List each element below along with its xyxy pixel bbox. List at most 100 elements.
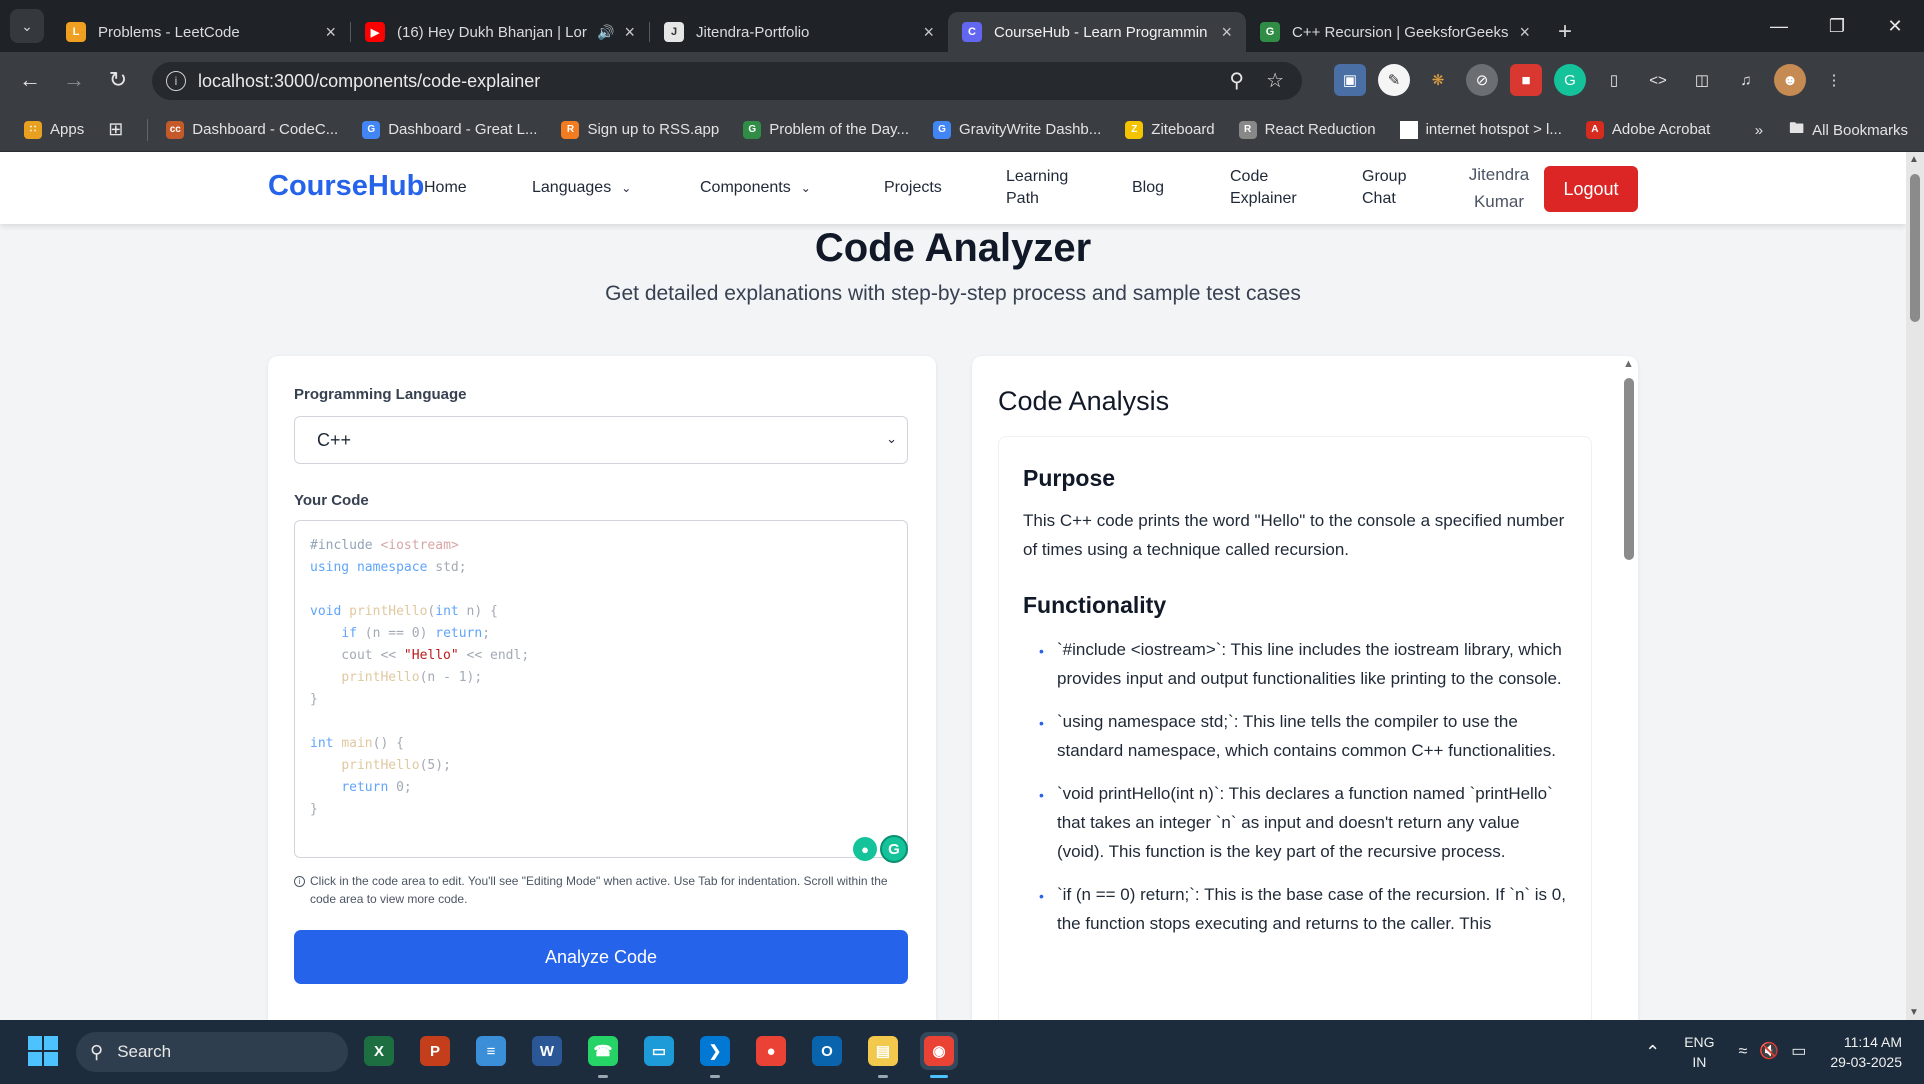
close-tab-icon[interactable]: × <box>624 22 635 43</box>
nav-home[interactable]: Home <box>424 152 467 224</box>
tab-favicon-icon: G <box>1260 22 1280 42</box>
browser-tab[interactable]: C CourseHub - Learn Programmin × <box>948 12 1246 52</box>
tab-strip: L Problems - LeetCode × ▶ (16) Hey Dukh Bhan… <box>52 0 1544 52</box>
grammarly-suggestion-icon[interactable]: ● <box>853 837 877 861</box>
desktop-app-icon[interactable]: ▭ <box>640 1032 678 1070</box>
tab-search-button[interactable]: ⌄ <box>10 9 44 43</box>
scroll-up-icon[interactable]: ▲ <box>1623 358 1634 370</box>
back-button[interactable]: ← <box>8 67 52 93</box>
purpose-heading: Purpose <box>1023 465 1116 491</box>
chrome-active-app-icon[interactable]: ◉ <box>920 1032 958 1078</box>
browser-tab[interactable]: L Problems - LeetCode × <box>52 12 350 52</box>
powerpoint-app-icon[interactable]: P <box>416 1032 454 1070</box>
site-info-icon[interactable]: i <box>166 71 186 91</box>
all-bookmarks-button[interactable]: 🖿 All Bookmarks <box>1789 118 1908 143</box>
devtools-icon[interactable]: <> <box>1642 64 1674 96</box>
bookmark-item[interactable]: G GravityWrite Dashb... <box>933 120 1101 139</box>
bookmark-label: Dashboard - Great L... <box>388 121 538 138</box>
outlook-app-icon[interactable]: O <box>808 1032 846 1070</box>
speaker-icon[interactable]: 🔊 <box>597 24 614 41</box>
language-indicator[interactable]: ENG IN <box>1684 1032 1714 1072</box>
forward-button[interactable]: → <box>52 67 96 93</box>
nav-code-explainer[interactable]: Code Explainer <box>1230 152 1300 224</box>
browser-tab[interactable]: G C++ Recursion | GeeksforGeeks × <box>1246 12 1544 52</box>
browser-menu-icon[interactable]: ⋮ <box>1818 64 1850 96</box>
browser-tab[interactable]: ▶ (16) Hey Dukh Bhanjan | Lor 🔊 × <box>351 12 649 52</box>
more-bookmarks-icon[interactable]: » <box>1755 122 1763 139</box>
red-extension-icon[interactable]: ■ <box>1510 64 1542 96</box>
chevron-up-icon[interactable]: ⌃ <box>1645 1042 1660 1062</box>
notepad-app-icon[interactable]: ≡ <box>472 1032 510 1070</box>
close-tab-icon[interactable]: × <box>1519 22 1530 43</box>
puzzle-extensions-icon[interactable]: ▯ <box>1598 64 1630 96</box>
bookmarks-bar: ∷ Apps ⊞ cc Dashboard - CodeC... G Dashboard -… <box>0 108 1924 152</box>
nav-learning-path[interactable]: Learning Path <box>1006 152 1076 224</box>
file-explorer-app-icon[interactable]: ▤ <box>864 1032 902 1078</box>
grammarly-icon[interactable]: G <box>1554 64 1586 96</box>
nav-label: Code Explainer <box>1230 168 1297 207</box>
bookmark-item[interactable]: cc Dashboard - CodeC... <box>166 120 338 139</box>
bookmark-star-icon[interactable]: ☆ <box>1266 68 1284 93</box>
close-tab-icon[interactable]: × <box>1221 22 1232 43</box>
analyze-code-button[interactable]: Analyze Code <box>294 930 908 984</box>
start-button[interactable] <box>28 1036 58 1066</box>
bug-extension-icon[interactable]: ❋ <box>1422 64 1454 96</box>
profile-avatar[interactable]: ☻ <box>1774 64 1806 96</box>
code-editor[interactable]: #include <iostream> using namespace std; … <box>294 520 908 858</box>
restore-button[interactable]: ❐ <box>1808 0 1866 52</box>
tab-groups-icon[interactable]: ⊞ <box>108 119 123 140</box>
bookmark-label: Sign up to RSS.app <box>587 121 720 138</box>
whatsapp-app-icon[interactable]: ☎ <box>584 1032 622 1078</box>
nav-blog[interactable]: Blog <box>1132 152 1164 224</box>
zoom-icon[interactable]: ⚲ <box>1229 68 1244 93</box>
blocked-extension-icon[interactable]: ⊘ <box>1466 64 1498 96</box>
page-scroll-thumb[interactable] <box>1910 174 1920 322</box>
chrome-app-icon[interactable]: ● <box>752 1032 790 1070</box>
browser-tab-bar: ⌄ L Problems - LeetCode × ▶ (16) Hey Dukh Bh… <box>0 0 1924 52</box>
bookmark-item[interactable]: A Adobe Acrobat <box>1585 120 1710 139</box>
side-panel-icon[interactable]: ◫ <box>1686 64 1718 96</box>
logout-button[interactable]: Logout <box>1544 166 1638 212</box>
bookmark-item[interactable]: G Problem of the Day... <box>743 120 910 139</box>
wifi-icon[interactable]: ≈ <box>1739 1042 1748 1062</box>
media-controls-icon[interactable]: ♫ <box>1730 64 1762 96</box>
bookmark-item[interactable]: G Dashboard - Great L... <box>362 120 538 139</box>
close-tab-icon[interactable]: × <box>923 22 934 43</box>
nav-components[interactable]: Components ⌄ <box>700 152 811 224</box>
nav-group-chat[interactable]: Group Chat <box>1362 152 1432 224</box>
clock[interactable]: 11:14 AM 29-03-2025 <box>1830 1032 1902 1072</box>
excel-app-icon[interactable]: X <box>360 1032 398 1070</box>
scroll-down-icon[interactable]: ▼ <box>1909 1007 1919 1018</box>
analysis-scrollbar[interactable]: ▲ <box>1622 356 1636 1020</box>
scroll-up-icon[interactable]: ▲ <box>1909 154 1919 165</box>
nav-languages[interactable]: Languages ⌄ <box>532 152 631 224</box>
tab-title: Jitendra-Portfolio <box>696 23 810 41</box>
minimize-button[interactable]: — <box>1750 0 1808 52</box>
language-select[interactable]: C++ ⌄ <box>294 416 908 464</box>
bookmark-item[interactable]: ∷ Apps <box>24 120 84 139</box>
close-tab-icon[interactable]: × <box>325 22 336 43</box>
functionality-item: `using namespace std;`: This line tells … <box>1023 707 1567 765</box>
volume-muted-icon[interactable]: 🔇 <box>1759 1042 1779 1062</box>
bookmark-item[interactable]: R Sign up to RSS.app <box>561 120 720 139</box>
grammarly-icon[interactable]: G <box>880 835 908 863</box>
address-bar[interactable]: i localhost:3000/components/code-explain… <box>152 62 1302 100</box>
bookmark-label: Problem of the Day... <box>769 121 910 138</box>
brand-logo[interactable]: CourseHub <box>268 170 424 203</box>
battery-icon[interactable]: ▭ <box>1791 1042 1806 1062</box>
nav-projects[interactable]: Projects <box>884 152 942 224</box>
vscode-app-icon[interactable]: ❯ <box>696 1032 734 1078</box>
taskbar-search[interactable]: ⚲ Search <box>76 1032 348 1072</box>
close-window-button[interactable]: ✕ <box>1866 0 1924 52</box>
bookmark-item[interactable]: Z Ziteboard <box>1125 120 1215 139</box>
browser-tab[interactable]: J Jitendra-Portfolio × <box>650 12 948 52</box>
page-scrollbar[interactable]: ▲ ▼ <box>1906 152 1924 1020</box>
bookmark-item[interactable]: internet hotspot > l... <box>1399 120 1562 139</box>
extension-icon[interactable]: ▣ <box>1334 64 1366 96</box>
reload-button[interactable]: ↻ <box>96 67 140 93</box>
word-app-icon[interactable]: W <box>528 1032 566 1070</box>
new-tab-button[interactable]: + <box>1558 18 1572 46</box>
analysis-scroll-thumb[interactable] <box>1624 378 1634 560</box>
pen-extension-icon[interactable]: ✎ <box>1378 64 1410 96</box>
bookmark-item[interactable]: R React Reduction <box>1238 120 1376 139</box>
